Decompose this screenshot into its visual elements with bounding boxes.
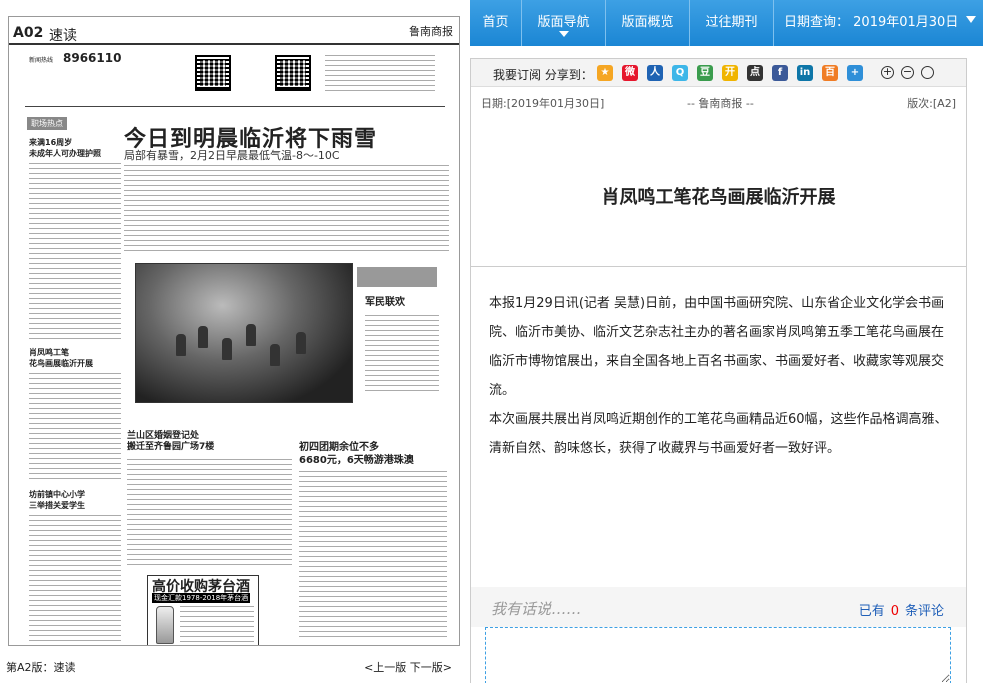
article-paragraph: 本次画展共展出肖凤鸣近期创作的工笔花鸟画精品近60幅，这些作品格调高雅、清新自然… — [489, 412, 948, 456]
diandian-icon[interactable]: 点 — [747, 65, 763, 81]
newspaper-panel: A02 速读 鲁南商报 新闻热线 8966110 今日到明晨临沂将下雨雪 局部有… — [0, 0, 462, 683]
top-navigation: 首页 版面导航 版面概览 过往期刊 日期查询： 2019年01月30日 — [470, 0, 983, 46]
comment-header: 我有话说…… 已有 0 条评论 — [471, 587, 966, 627]
story-title[interactable]: 兰山区婚姻登记处 搬迁至齐鲁园广场7楼 — [127, 431, 214, 453]
baidu-icon[interactable]: 百 — [822, 65, 838, 81]
story-text-block — [29, 163, 121, 343]
share-label: 我要订阅 分享到： — [493, 68, 593, 82]
hotline-number: 8966110 — [63, 51, 122, 65]
renren-icon[interactable]: 人 — [647, 65, 663, 81]
ad-subtitle: 现金汇款1978-2018年茅台酒 — [152, 593, 251, 603]
zoom-in-icon[interactable]: + — [881, 66, 894, 79]
story-text-block — [124, 165, 449, 253]
date-query[interactable]: 日期查询： 2019年01月30日 — [784, 0, 977, 46]
story-title[interactable]: 肖凤鸣工笔 花鸟画展临沂开展 — [29, 347, 93, 369]
qr-code-icon — [275, 55, 311, 91]
date-query-value[interactable]: 2019年01月30日 — [853, 15, 958, 30]
comment-count-suffix: 条评论 — [904, 604, 944, 619]
article-title: 肖凤鸣工笔花鸟画展临沂开展 — [601, 187, 836, 208]
tencent-weibo-icon[interactable]: Q — [672, 65, 688, 81]
facebook-icon[interactable]: f — [772, 65, 788, 81]
story-text-block — [365, 315, 439, 395]
newspaper-page-number: A02 — [13, 25, 44, 41]
comment-label: 我有话说…… — [491, 600, 582, 618]
story-title[interactable]: 来满16周岁 未成年人可办理护照 — [29, 137, 101, 159]
news-photo[interactable] — [135, 263, 353, 403]
story-title[interactable]: 军民联欢 — [365, 297, 405, 308]
page-footer-label: 第A2版：速读 — [6, 661, 76, 674]
newspaper-page-image[interactable]: A02 速读 鲁南商报 新闻热线 8966110 今日到明晨临沂将下雨雪 局部有… — [8, 16, 460, 646]
zoom-reset-icon[interactable] — [921, 66, 934, 79]
comment-input[interactable] — [485, 627, 951, 683]
hotline-label: 新闻热线 — [29, 57, 54, 64]
prev-page-link[interactable]: <上一版 — [364, 661, 406, 674]
article-meta: 日期:[2019年01月30日] -- 鲁南商报 -- 版次:[A2] — [471, 95, 966, 113]
linkedin-icon[interactable]: in — [797, 65, 813, 81]
story-title[interactable]: 初四团期余位不多 6680元，6天畅游港珠澳 — [299, 441, 414, 467]
story-text-block — [29, 373, 121, 483]
date-query-label: 日期查询： — [784, 15, 850, 30]
newspaper-brand: 鲁南商报 — [409, 25, 453, 38]
kaixin-icon[interactable]: 开 — [722, 65, 738, 81]
comment-count-number: 0 — [890, 604, 899, 619]
story-tag: 职场热点 — [27, 117, 67, 130]
comment-count[interactable]: 已有 0 条评论 — [859, 600, 944, 619]
qr-code-icon — [195, 55, 231, 91]
story-text-block — [299, 471, 447, 641]
more-share-icon[interactable]: + — [847, 65, 863, 81]
share-toolbar: 我要订阅 分享到： ★ 微人 Q 豆开点 f in 百 + + − — [471, 59, 966, 87]
chevron-down-icon[interactable] — [966, 16, 977, 28]
page-root: A02 速读 鲁南商报 新闻热线 8966110 今日到明晨临沂将下雨雪 局部有… — [0, 0, 983, 683]
newspaper-page-header: A02 速读 鲁南商报 — [9, 23, 459, 45]
story-text-block — [127, 459, 292, 569]
newspaper-ad-strip: 新闻热线 8966110 — [25, 49, 445, 107]
weibo-icon[interactable]: 微 — [622, 65, 638, 81]
advertisement-box[interactable]: 高价收购茅台酒 现金汇款1978-2018年茅台酒 — [147, 575, 259, 645]
nav-page-navigation[interactable]: 版面导航 — [522, 0, 606, 46]
article-page: 版次:[A2] — [907, 97, 956, 110]
ad-text-block — [180, 606, 254, 644]
douban-icon[interactable]: 豆 — [697, 65, 713, 81]
article-paragraph: 本报1月29日讯(记者 吴慧)日前，由中国书画研究院、山东省企业文化学会书画院、… — [489, 296, 945, 398]
article-body: 本报1月29日讯(记者 吴慧)日前，由中国书画研究院、山东省企业文化学会书画院、… — [489, 289, 951, 463]
story-text-block — [29, 515, 121, 641]
story-tag-image — [357, 267, 437, 287]
nav-home[interactable]: 首页 — [470, 0, 522, 46]
newspaper-subheadline: 局部有暴雪，2月2日早晨最低气温-8～-10C — [124, 149, 340, 162]
qzone-icon[interactable]: ★ — [597, 65, 613, 81]
article-title-box: 肖凤鸣工笔花鸟画展临沂开展 — [471, 119, 966, 267]
liquor-bottle-icon — [156, 606, 174, 644]
story-title[interactable]: 坊前镇中心小学 三举措关爱学生 — [29, 489, 85, 511]
weather-block — [325, 55, 435, 95]
nav-past-issues[interactable]: 过往期刊 — [690, 0, 774, 46]
article-panel: 我要订阅 分享到： ★ 微人 Q 豆开点 f in 百 + + − 日期:[2019年01月3… — [470, 58, 967, 683]
comment-count-prefix: 已有 — [858, 604, 885, 619]
article-publication: -- 鲁南商报 -- — [687, 97, 754, 110]
page-navigation: <上一版 下一版> — [364, 659, 452, 675]
nav-page-overview[interactable]: 版面概览 — [606, 0, 690, 46]
zoom-out-icon[interactable]: − — [901, 66, 914, 79]
article-date: 日期:[2019年01月30日] — [481, 97, 605, 110]
newspaper-section-name: 速读 — [49, 28, 77, 44]
next-page-link[interactable]: 下一版> — [410, 661, 452, 674]
